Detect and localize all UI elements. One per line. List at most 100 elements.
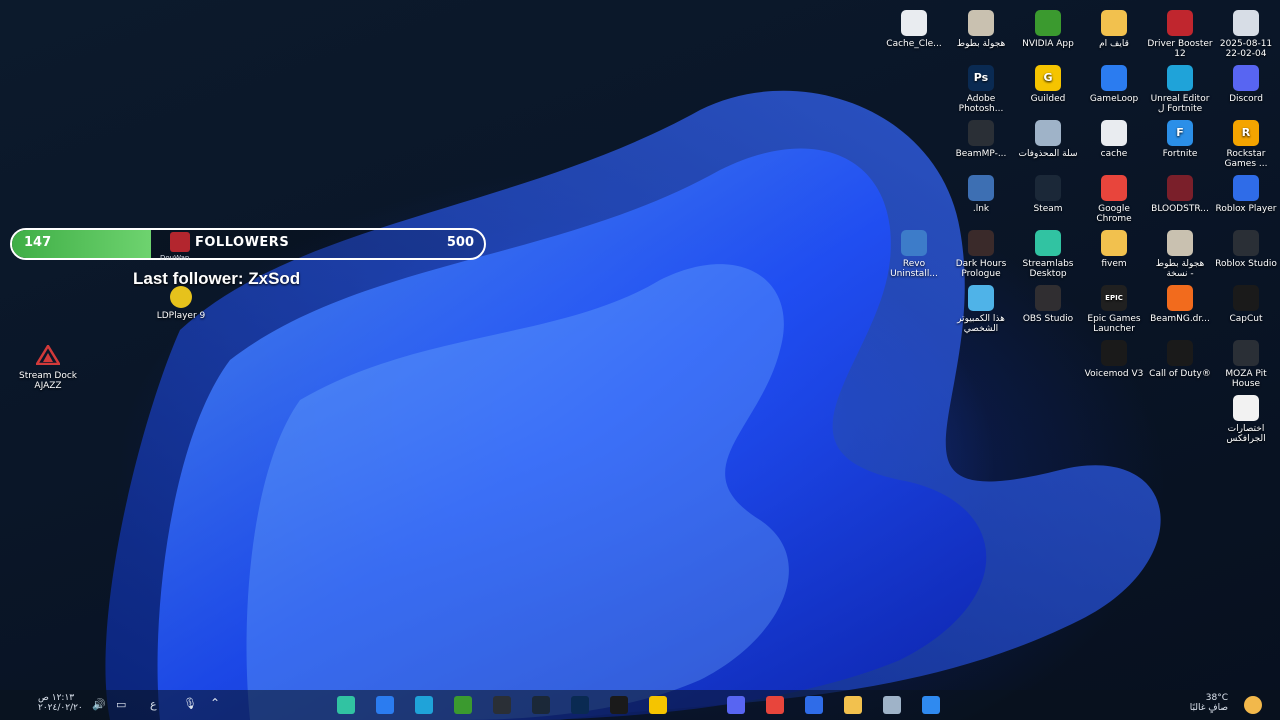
speaker-icon[interactable]: 🔊: [92, 698, 106, 711]
task-view-taskbar-icon[interactable]: [883, 696, 901, 714]
microphone-icon[interactable]: 🎙: [183, 697, 197, 710]
desktop-icon-label: NVIDIA App: [1022, 39, 1074, 49]
desktop-icon-this-pc[interactable]: هذا الكمبيوتر الشخصي: [948, 285, 1014, 334]
desktop-icon-recycle-bin[interactable]: سلة المحذوفات: [1015, 120, 1081, 159]
desktop-icon-label: هذا الكمبيوتر الشخصي: [957, 314, 1005, 334]
desktop-icon-label: Call of Duty®: [1149, 369, 1211, 379]
desktop-icon-text-file[interactable]: اختصارات الجرافكس: [1213, 395, 1279, 444]
folder-icon: [1101, 230, 1127, 256]
capcut-taskbar-icon[interactable]: [610, 696, 628, 714]
unreal-taskbar-icon[interactable]: [415, 696, 433, 714]
desktop-icon-roblox[interactable]: Roblox Player: [1213, 175, 1279, 214]
desktop-icon-dark-hours[interactable]: Dark Hours Prologue: [948, 230, 1014, 279]
streamlabs-taskbar-icon[interactable]: [337, 696, 355, 714]
desktop-icon-steam[interactable]: Steam: [1015, 175, 1081, 214]
shortcut-icon: [968, 175, 994, 201]
desktop-icon-label: Dark Hours Prologue: [955, 259, 1007, 279]
desktop-icon-ldplayer[interactable]: LDPlayer 9: [148, 286, 214, 321]
network-icon[interactable]: ▭: [116, 698, 126, 711]
desktop-icon-unreal[interactable]: Unreal Editor ل Fortnite: [1147, 65, 1213, 114]
desktop-icon-label: Google Chrome: [1096, 204, 1132, 224]
desktop-icon-folder[interactable]: fivem: [1081, 230, 1147, 269]
desktop-icon-label: Driver Booster 12: [1147, 39, 1213, 59]
weather-moon-icon: [1244, 696, 1262, 714]
store-taskbar-icon[interactable]: [805, 696, 823, 714]
beamng-icon: [1167, 285, 1193, 311]
show-hidden-icons-chevron-icon[interactable]: ⌃: [210, 696, 220, 710]
desktop-icon-photoshop[interactable]: Ps Adobe Photosh...: [948, 65, 1014, 114]
desktop-icon-cache[interactable]: cache: [1081, 120, 1147, 159]
desktop-icon-label: قايف ام: [1099, 39, 1129, 49]
desktop-icon-gameloop[interactable]: GameLoop: [1081, 65, 1147, 104]
desktop-icon-label: Epic Games Launcher: [1087, 314, 1141, 334]
discord-icon: [1233, 65, 1259, 91]
desktop-icon-nvidia[interactable]: NVIDIA App: [1015, 10, 1081, 49]
file-explorer-taskbar-icon[interactable]: [844, 696, 862, 714]
desktop-icon-rockstar[interactable]: R Rockstar Games ...: [1213, 120, 1279, 169]
desktop-icon-bloodstrike[interactable]: BLOODSTR...: [1147, 175, 1213, 214]
gameloop-taskbar-icon[interactable]: [376, 696, 394, 714]
desktop-icon-revo[interactable]: Revo Uninstall...: [881, 230, 947, 279]
desktop-icon-label: Guilded: [1030, 94, 1066, 104]
file-icon: [968, 10, 994, 36]
desktop-icon-file[interactable]: هجولة بطوط: [948, 10, 1014, 49]
desktop-icon-capcut[interactable]: CapCut: [1213, 285, 1279, 324]
desktop-icon-streamlabs[interactable]: Streamlabs Desktop: [1015, 230, 1081, 279]
desktop-icon-folder[interactable]: قايف ام: [1081, 10, 1147, 49]
desktop-icon-label: CapCut: [1229, 314, 1263, 324]
weather-widget[interactable]: 38°C صافٍ غالبًا: [1190, 693, 1228, 713]
steam-icon: [1035, 175, 1061, 201]
desktop-icon-roblox-studio[interactable]: Roblox Studio: [1213, 230, 1279, 269]
desktop-icon-beamng[interactable]: BeamNG.dr...: [1147, 285, 1213, 324]
steam-taskbar-icon[interactable]: [532, 696, 550, 714]
desktop-icon-label: Rockstar Games ...: [1224, 149, 1268, 169]
language-indicator[interactable]: ع: [150, 698, 157, 711]
desktop-icon-discord[interactable]: Discord: [1213, 65, 1279, 104]
desktop-icon-stream-dock[interactable]: Stream Dock AJAZZ: [15, 342, 81, 391]
desktop-icon-video-file[interactable]: 2025-08-11 22-02-04: [1213, 10, 1279, 59]
desktop-icon-cod[interactable]: Call of Duty®: [1147, 340, 1213, 379]
desktop-icon-voicemod[interactable]: Voicemod V3: [1081, 340, 1147, 379]
desktop-icon-label: Fortnite: [1162, 149, 1198, 159]
desktop-icon-label: MOZA Pit House: [1225, 369, 1267, 389]
clock[interactable]: ١٢:١٣ ص ٢٠٢٤/٠٢/٢٠: [38, 693, 83, 713]
guilded-taskbar-icon[interactable]: [649, 696, 667, 714]
desktop-icon-label: سلة المحذوفات: [1018, 149, 1078, 159]
desktop-icon-guilded[interactable]: G Guilded: [1015, 65, 1081, 104]
capcut-icon: [1233, 285, 1259, 311]
desktop-icon-label: Steam: [1033, 204, 1063, 214]
followers-title: FOLLOWERS: [195, 235, 290, 250]
roblox-studio-taskbar-icon[interactable]: [493, 696, 511, 714]
nvidia-taskbar-icon[interactable]: [454, 696, 472, 714]
desktop-icon-shortcut[interactable]: .lnk: [948, 175, 1014, 214]
desktop-icon-chrome[interactable]: Google Chrome: [1081, 175, 1147, 224]
discord-taskbar-icon[interactable]: [727, 696, 745, 714]
desktop-icon-moza[interactable]: MOZA Pit House: [1213, 340, 1279, 389]
desktop-icon-label: 2025-08-11 22-02-04: [1219, 39, 1273, 59]
ldplayer-icon: [170, 286, 192, 308]
desktop-icon-label: BeamNG.dr...: [1150, 314, 1210, 324]
desktop-icon-cache[interactable]: Cache_Cle...: [881, 10, 947, 49]
weather-temp: 38°C: [1205, 693, 1228, 703]
desktop-icon-label: .lnk: [972, 204, 990, 214]
text-file-icon: [1233, 395, 1259, 421]
photoshop-taskbar-icon[interactable]: [571, 696, 589, 714]
desktop-icon-driver-booster[interactable]: Driver Booster 12: [1147, 10, 1213, 59]
desktop-icon-label: BLOODSTR...: [1151, 204, 1209, 214]
file-icon: [1167, 230, 1193, 256]
this-pc-icon: [968, 285, 994, 311]
cache-icon: [1101, 120, 1127, 146]
desktop-icon-label: BeamMP-...: [955, 149, 1007, 159]
chrome-taskbar-icon[interactable]: [766, 696, 784, 714]
weather-text: صافٍ غالبًا: [1189, 703, 1228, 713]
start-windows-icon[interactable]: [922, 696, 940, 714]
desktop-icon-label: fivem: [1101, 259, 1127, 269]
desktop-icon-obs[interactable]: OBS Studio: [1015, 285, 1081, 324]
desktop-icon-beammp[interactable]: BeamMP-...: [948, 120, 1014, 159]
desktop-icon-fortnite[interactable]: F Fortnite: [1147, 120, 1213, 159]
taskbar: ١٢:١٣ ص ٢٠٢٤/٠٢/٢٠ 🔊 ▭ ع 🎙 ⌃ 38°C صافٍ غ…: [0, 690, 1280, 720]
desktop-icon-label: هجولة بطوط نسخة -: [1155, 259, 1205, 279]
desktop-icon-epic[interactable]: EPIC Epic Games Launcher: [1081, 285, 1147, 334]
desktop-icon-file[interactable]: هجولة بطوط نسخة -: [1147, 230, 1213, 279]
moza-icon: [1233, 340, 1259, 366]
